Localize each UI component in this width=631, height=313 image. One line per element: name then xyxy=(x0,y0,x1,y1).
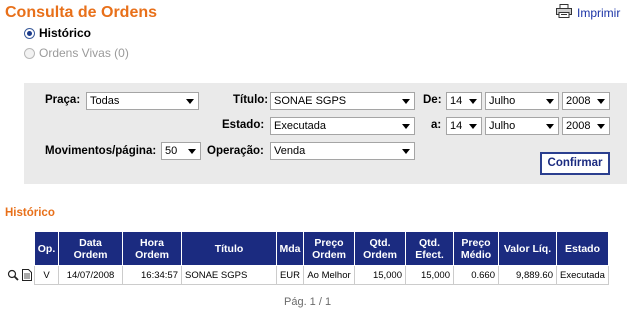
movimentos-select[interactable]: 50 xyxy=(161,142,201,160)
chevron-down-icon xyxy=(402,149,410,154)
col-hora-ordem: Hora Ordem xyxy=(122,231,182,266)
table-header-row: Op. Data Ordem Hora Ordem Título Mda Preço… xyxy=(34,231,609,266)
print-link[interactable]: Imprimir xyxy=(556,4,620,21)
de-label: De: xyxy=(423,94,442,106)
page-title: Consulta de Ordens xyxy=(5,4,158,21)
col-estado: Estado xyxy=(556,231,609,266)
cell-mda: EUR xyxy=(276,265,304,285)
cell-data: 14/07/2008 xyxy=(58,265,123,285)
estado-value: Executada xyxy=(274,120,326,132)
col-op: Op. xyxy=(34,231,59,266)
col-valor-liq: Valor Líq. xyxy=(498,231,557,266)
chevron-down-icon xyxy=(402,124,410,129)
chevron-down-icon xyxy=(188,149,196,154)
cell-qtd-ordem: 15,000 xyxy=(354,265,406,285)
de-month-select[interactable]: Julho xyxy=(485,92,559,110)
document-icon[interactable] xyxy=(22,269,32,284)
col-qtd-ordem: Qtd. Ordem xyxy=(354,231,406,266)
a-day-select[interactable]: 14 xyxy=(446,117,482,135)
a-month-select[interactable]: Julho xyxy=(485,117,559,135)
praca-label: Praça: xyxy=(45,94,81,106)
movimentos-label: Movimentos/página: xyxy=(45,145,157,157)
col-mda: Mda xyxy=(276,231,304,266)
titulo-value: SONAE SGPS xyxy=(274,95,347,107)
de-day-value: 14 xyxy=(450,95,463,107)
de-year-value: 2008 xyxy=(566,95,591,107)
estado-label: Estado: xyxy=(222,119,265,131)
titulo-select[interactable]: SONAE SGPS xyxy=(270,92,415,110)
estado-select[interactable]: Executada xyxy=(270,117,415,135)
operacao-value: Venda xyxy=(274,145,306,157)
radio-historico[interactable]: Histórico xyxy=(24,26,91,40)
chevron-down-icon xyxy=(546,124,554,129)
a-year-value: 2008 xyxy=(566,120,591,132)
radio-historico-button[interactable] xyxy=(24,27,35,39)
col-titulo: Título xyxy=(181,231,277,266)
chevron-down-icon xyxy=(402,99,410,104)
confirm-button[interactable]: Confirmar xyxy=(540,152,610,175)
operacao-select[interactable]: Venda xyxy=(270,142,415,160)
cell-estado: Executada xyxy=(556,265,609,285)
results-title: Histórico xyxy=(5,207,55,219)
col-qtd-efect: Qtd. Efect. xyxy=(405,231,454,266)
praca-value: Todas xyxy=(90,95,120,107)
movimentos-value: 50 xyxy=(165,145,178,157)
a-day-value: 14 xyxy=(450,120,463,132)
titulo-label: Título: xyxy=(233,94,269,106)
a-label: a: xyxy=(431,119,442,131)
table-row[interactable]: V 14/07/2008 16:34:57 SONAE SGPS EUR Ao … xyxy=(34,265,609,285)
col-data-ordem: Data Ordem xyxy=(58,231,123,266)
cell-titulo: SONAE SGPS xyxy=(181,265,277,285)
cell-preco: Ao Melhor xyxy=(303,265,355,285)
col-preco-medio: Preço Médio xyxy=(453,231,499,266)
a-year-select[interactable]: 2008 xyxy=(562,117,610,135)
orders-table: Op. Data Ordem Hora Ordem Título Mda Preço… xyxy=(34,231,609,285)
cell-hora: 16:34:57 xyxy=(122,265,182,285)
col-preco-ordem: Preço Ordem xyxy=(303,231,355,266)
radio-ordens-vivas[interactable]: Ordens Vivas (0) xyxy=(24,46,129,60)
radio-historico-label[interactable]: Histórico xyxy=(39,26,91,40)
cell-op: V xyxy=(34,265,59,285)
cell-valor: 9,889.60 xyxy=(498,265,557,285)
chevron-down-icon xyxy=(546,99,554,104)
printer-icon[interactable] xyxy=(556,4,572,21)
pagination: Pág. 1 / 1 xyxy=(284,296,332,308)
cell-qtd-efect: 15,000 xyxy=(405,265,454,285)
cell-preco-medio: 0.660 xyxy=(453,265,499,285)
de-year-select[interactable]: 2008 xyxy=(562,92,610,110)
chevron-down-icon xyxy=(597,124,605,129)
radio-ordens-vivas-button[interactable] xyxy=(24,47,35,59)
chevron-down-icon xyxy=(597,99,605,104)
magnifier-icon[interactable] xyxy=(7,269,19,284)
print-label[interactable]: Imprimir xyxy=(577,6,620,20)
de-day-select[interactable]: 14 xyxy=(446,92,482,110)
chevron-down-icon xyxy=(469,99,477,104)
chevron-down-icon xyxy=(186,99,194,104)
de-month-value: Julho xyxy=(489,95,516,107)
praca-select[interactable]: Todas xyxy=(86,92,199,110)
a-month-value: Julho xyxy=(489,120,516,132)
radio-ordens-vivas-label[interactable]: Ordens Vivas (0) xyxy=(39,46,129,60)
chevron-down-icon xyxy=(469,124,477,129)
operacao-label: Operação: xyxy=(207,145,264,157)
row-actions xyxy=(7,269,32,284)
